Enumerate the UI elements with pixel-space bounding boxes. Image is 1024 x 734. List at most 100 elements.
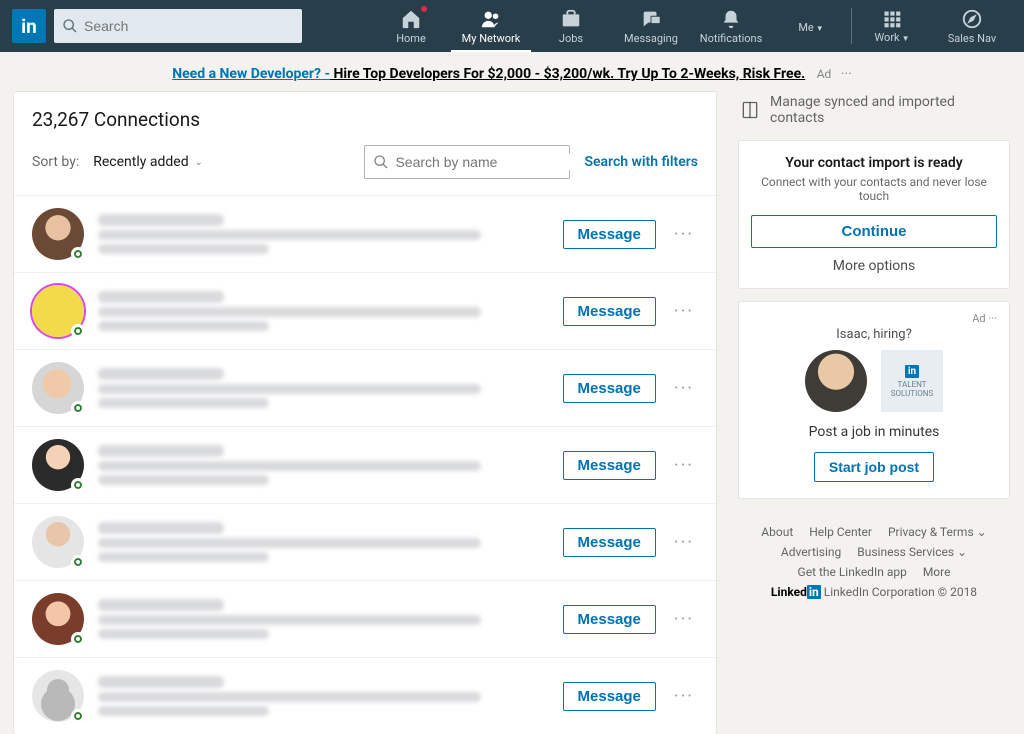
presence-indicator [71,247,85,261]
message-button[interactable]: Message [563,682,656,711]
chevron-down-icon: ⌄ [977,525,987,539]
avatar[interactable] [32,439,84,491]
search-icon [373,154,389,170]
footer-app[interactable]: Get the LinkedIn app [798,565,907,579]
connection-row: Message ··· [14,426,716,503]
right-sidebar: Manage synced and imported contacts Your… [738,92,1010,734]
presence-indicator [71,401,85,415]
nav-messaging[interactable]: Messaging [611,0,691,52]
name-search-input[interactable] [395,154,576,170]
connection-row: Message ··· [14,272,716,349]
connection-row: Message ··· [14,657,716,734]
import-subtitle: Connect with your contacts and never los… [751,175,997,203]
connection-row: Message ··· [14,195,716,272]
notification-dot [420,5,428,13]
row-more-menu[interactable]: ··· [670,301,698,322]
nav-items: Home My Network Jobs Messaging Notificat… [371,0,1012,52]
linkedin-logo[interactable]: in [12,9,46,43]
avatar [805,350,867,412]
avatar[interactable] [32,670,84,722]
more-options-link[interactable]: More options [751,258,997,274]
sponsored-banner[interactable]: Need a New Developer? - Hire Top Develop… [0,52,1024,92]
sort-dropdown[interactable]: Recently added ⌄ [93,154,203,170]
message-button[interactable]: Message [563,220,656,249]
footer-help[interactable]: Help Center [809,525,872,539]
ad-menu[interactable]: ··· [841,66,852,82]
footer-business[interactable]: Business Services ⌄ [857,545,967,559]
avatar[interactable] [32,285,84,337]
ad-menu[interactable]: ··· [988,312,997,325]
search-icon [62,18,78,34]
avatar[interactable] [32,208,84,260]
footer-about[interactable]: About [761,525,793,539]
global-search-input[interactable] [84,18,294,34]
chevron-down-icon: ⌄ [195,157,203,168]
sort-label: Sort by: [32,154,79,170]
connection-row: Message ··· [14,580,716,657]
ad-question: Isaac, hiring? [751,327,997,342]
grid-icon [882,9,902,29]
row-more-menu[interactable]: ··· [670,686,698,707]
avatar[interactable] [32,516,84,568]
ad-label: Ad [972,312,985,325]
global-search[interactable] [54,9,302,43]
ad-line: Post a job in minutes [751,424,997,440]
bell-icon [720,8,742,30]
nav-my-network[interactable]: My Network [451,0,531,52]
import-title: Your contact import is ready [751,155,997,171]
talent-solutions-tile: in TALENT SOLUTIONS [881,350,943,412]
contact-import-card: Your contact import is ready Connect wit… [738,140,1010,289]
avatar[interactable] [32,593,84,645]
row-more-menu[interactable]: ··· [670,455,698,476]
presence-indicator [71,324,85,338]
search-with-filters-link[interactable]: Search with filters [584,154,698,170]
footer-advertising[interactable]: Advertising [781,545,841,559]
nav-sales-nav[interactable]: Sales Nav [932,0,1012,52]
message-button[interactable]: Message [563,297,656,326]
ad-lead-link[interactable]: Need a New Developer? - [172,66,330,82]
row-more-menu[interactable]: ··· [670,609,698,630]
ad-text[interactable]: Hire Top Developers For $2,000 - $3,200/… [330,66,805,82]
chevron-down-icon: ▼ [816,24,824,33]
nav-me[interactable]: Me▼ [771,0,851,52]
footer-more[interactable]: More [923,565,951,579]
row-more-menu[interactable]: ··· [670,532,698,553]
footer-privacy[interactable]: Privacy & Terms ⌄ [888,525,987,539]
chat-icon [640,8,662,30]
home-icon [400,8,422,30]
job-ad-card: Ad ··· Isaac, hiring? in TALENT SOLUTION… [738,301,1010,499]
people-icon [480,8,502,30]
start-job-post-button[interactable]: Start job post [814,452,934,482]
nav-work[interactable]: Work▼ [852,0,932,52]
address-book-icon [740,100,760,120]
ad-label: Ad [817,67,832,81]
compass-icon [961,8,983,30]
footer: About Help Center Privacy & Terms ⌄ Adve… [738,511,1010,607]
message-button[interactable]: Message [563,451,656,480]
message-button[interactable]: Message [563,374,656,403]
briefcase-icon [560,8,582,30]
top-nav: in Home My Network Jobs [0,0,1024,52]
nav-jobs[interactable]: Jobs [531,0,611,52]
connections-count: 23,267 Connections [14,108,716,139]
connections-list: Message ··· Message ··· Message ··· Mess… [14,195,716,734]
nav-notifications[interactable]: Notifications [691,0,771,52]
chevron-down-icon: ▼ [902,34,910,43]
presence-indicator [71,709,85,723]
connections-toolbar: Sort by: Recently added ⌄ Search with fi… [14,139,716,195]
chevron-down-icon: ⌄ [957,545,967,559]
presence-indicator [71,555,85,569]
presence-indicator [71,478,85,492]
connections-panel: 23,267 Connections Sort by: Recently add… [14,92,716,734]
message-button[interactable]: Message [563,605,656,634]
presence-indicator [71,632,85,646]
message-button[interactable]: Message [563,528,656,557]
continue-button[interactable]: Continue [751,215,997,248]
name-search[interactable] [364,145,570,179]
row-more-menu[interactable]: ··· [670,378,698,399]
nav-home[interactable]: Home [371,0,451,52]
manage-contacts-link[interactable]: Manage synced and imported contacts [738,92,1010,128]
row-more-menu[interactable]: ··· [670,224,698,245]
connection-row: Message ··· [14,349,716,426]
avatar[interactable] [32,362,84,414]
